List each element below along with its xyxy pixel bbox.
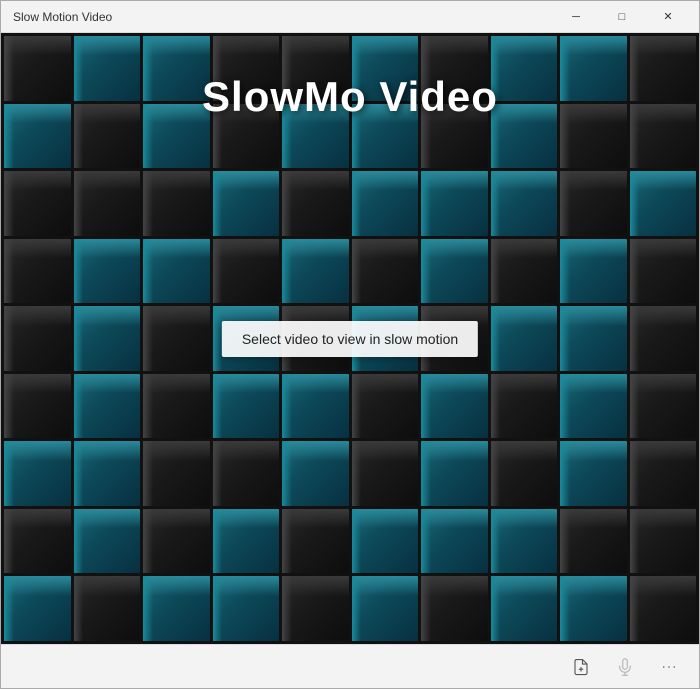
maximize-button[interactable]: □ <box>599 1 645 33</box>
window-controls: ─ □ ✕ <box>553 1 691 33</box>
select-prompt: Select video to view in slow motion <box>222 321 478 357</box>
minimize-button[interactable]: ─ <box>553 1 599 33</box>
microphone-button[interactable] <box>607 649 643 685</box>
file-open-icon <box>572 658 590 676</box>
app-title: SlowMo Video <box>202 73 498 121</box>
open-file-button[interactable] <box>563 649 599 685</box>
more-icon <box>660 658 678 676</box>
titlebar: Slow Motion Video ─ □ ✕ <box>1 1 699 33</box>
bottom-toolbar <box>1 644 699 688</box>
app-window: Slow Motion Video ─ □ ✕ SlowMo Video Sel… <box>0 0 700 689</box>
more-options-button[interactable] <box>651 649 687 685</box>
main-content: SlowMo Video Select video to view in slo… <box>1 33 699 644</box>
microphone-icon <box>616 658 634 676</box>
close-button[interactable]: ✕ <box>645 1 691 33</box>
window-title: Slow Motion Video <box>13 10 112 24</box>
